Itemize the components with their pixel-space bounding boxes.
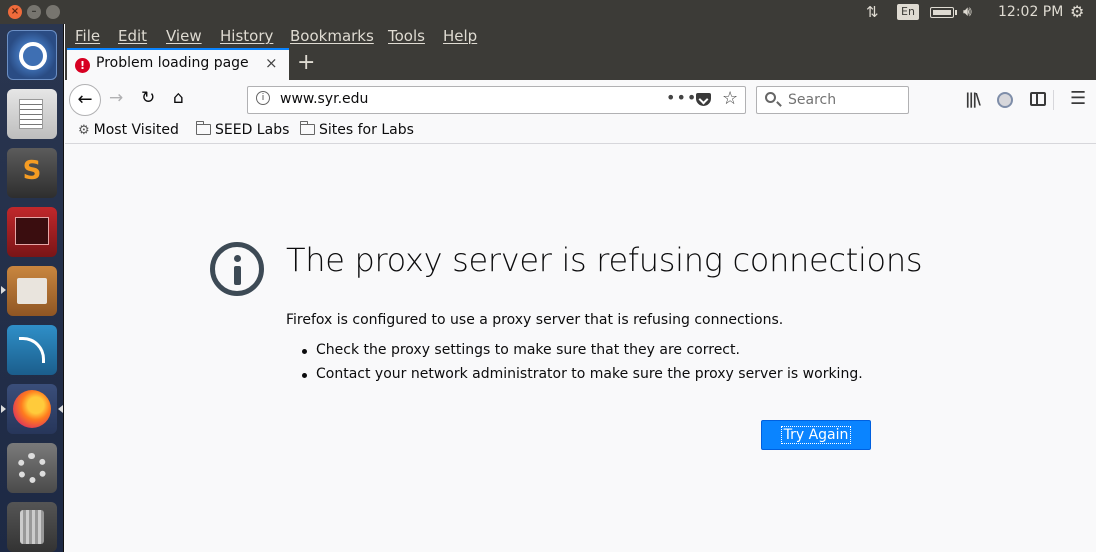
bookmark-label: SEED Labs: [215, 122, 290, 138]
folder-icon: [300, 121, 315, 135]
sync-account-icon[interactable]: [997, 92, 1013, 108]
window-minimize-icon[interactable]: –: [27, 5, 41, 19]
new-tab-button[interactable]: +: [297, 50, 315, 75]
search-placeholder: Search: [788, 92, 837, 108]
page-actions-icon[interactable]: •••: [666, 88, 697, 107]
menu-tools[interactable]: Tools: [388, 27, 425, 45]
launcher: S: [0, 24, 64, 552]
bookmarks-toolbar: ⚙ Most Visited SEED Labs Sites for Labs: [65, 120, 1096, 144]
navigation-toolbar: ← → ↻ ⌂ i www.syr.edu ••• ☆ Search |||\ …: [65, 80, 1096, 120]
battery-icon[interactable]: [930, 7, 957, 18]
focused-indicator: [58, 405, 63, 413]
bookmark-star-icon[interactable]: ☆: [722, 88, 738, 109]
clock[interactable]: 12:02 PM: [998, 0, 1063, 24]
site-info-icon[interactable]: i: [256, 91, 270, 105]
try-again-label: Try Again: [780, 426, 852, 444]
home-button[interactable]: ⌂: [173, 88, 184, 108]
menu-edit[interactable]: Edit: [118, 27, 147, 45]
search-icon: [765, 92, 776, 103]
trash-icon[interactable]: [7, 502, 57, 552]
menu-file[interactable]: File: [75, 27, 100, 45]
bookmark-folder-seed-labs[interactable]: SEED Labs: [196, 121, 290, 138]
terminal-icon[interactable]: [7, 207, 57, 257]
bookmark-folder-sites-for-labs[interactable]: Sites for Labs: [300, 121, 414, 138]
tab-strip: ! Problem loading page × +: [65, 48, 1096, 80]
bookmark-most-visited[interactable]: ⚙ Most Visited: [78, 122, 179, 138]
top-panel: × – ⇅ En 🔊︎ 12:02 PM ⚙: [0, 0, 1096, 24]
info-icon: [210, 242, 264, 296]
gear-icon[interactable]: ⚙: [1070, 0, 1084, 24]
error-page: The proxy server is refusing connections…: [65, 145, 1096, 552]
window-close-icon[interactable]: ×: [8, 5, 22, 19]
search-input[interactable]: Search: [756, 86, 909, 114]
list-item: Check the proxy settings to make sure th…: [298, 342, 863, 366]
error-title: The proxy server is refusing connections: [286, 241, 923, 279]
try-again-button[interactable]: Try Again: [761, 420, 871, 450]
menu-view[interactable]: View: [166, 27, 202, 45]
running-indicator: [1, 405, 6, 413]
pocket-icon[interactable]: [696, 93, 711, 106]
wireshark-icon[interactable]: [7, 325, 57, 375]
list-item: Contact your network administrator to ma…: [298, 366, 863, 390]
error-suggestions: Check the proxy settings to make sure th…: [298, 342, 863, 390]
firefox-icon[interactable]: [7, 384, 57, 434]
bookmark-label: Sites for Labs: [319, 122, 414, 138]
folder-icon: [196, 121, 211, 135]
sublime-text-icon[interactable]: S: [7, 148, 57, 198]
error-description: Firefox is configured to use a proxy ser…: [286, 312, 784, 328]
menu-bar: File Edit View History Bookmarks Tools H…: [65, 24, 1096, 48]
tab-close-icon[interactable]: ×: [265, 54, 278, 72]
text-editor-icon[interactable]: [7, 89, 57, 139]
library-icon[interactable]: |||\: [965, 90, 981, 108]
back-button[interactable]: ←: [69, 84, 101, 116]
volume-icon[interactable]: 🔊︎: [963, 0, 972, 24]
running-indicator: [1, 286, 6, 294]
menu-help[interactable]: Help: [443, 27, 477, 45]
files-icon[interactable]: [7, 266, 57, 316]
ubuntu-dash-icon[interactable]: [7, 30, 57, 80]
tab-title: Problem loading page: [96, 55, 249, 71]
menu-history[interactable]: History: [220, 27, 273, 45]
reload-button[interactable]: ↻: [141, 88, 155, 108]
menu-bookmarks[interactable]: Bookmarks: [290, 27, 374, 45]
url-bar[interactable]: i www.syr.edu ••• ☆: [247, 86, 746, 114]
warning-icon: !: [75, 58, 90, 73]
sidebar-icon[interactable]: [1030, 92, 1046, 106]
network-icon[interactable]: ⇅: [866, 0, 879, 24]
forward-button[interactable]: →: [109, 88, 123, 108]
toolbar-divider: [1053, 90, 1054, 110]
hamburger-menu-icon[interactable]: ☰: [1070, 88, 1086, 109]
tab-active[interactable]: ! Problem loading page ×: [67, 48, 289, 80]
system-settings-icon[interactable]: [7, 443, 57, 493]
gear-icon: ⚙: [78, 123, 90, 138]
url-text[interactable]: www.syr.edu: [280, 91, 368, 107]
keyboard-language-indicator[interactable]: En: [897, 4, 919, 20]
bookmark-label: Most Visited: [93, 122, 179, 138]
window-maximize-icon[interactable]: [46, 5, 60, 19]
